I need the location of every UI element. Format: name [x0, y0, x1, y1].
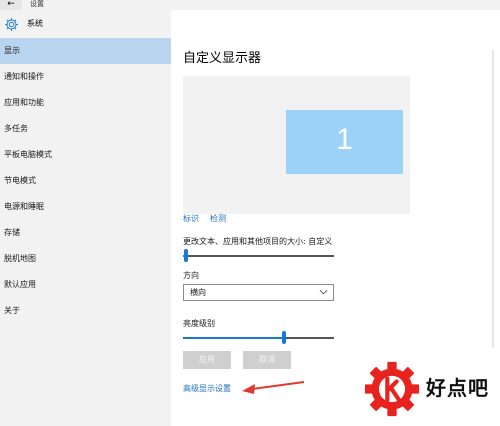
gear-icon	[5, 18, 18, 31]
annotation-arrow-icon	[242, 381, 305, 394]
scale-label: 更改文本、应用和其他项目的大小: 自定义	[183, 237, 333, 246]
orientation-value: 横向	[190, 288, 206, 297]
watermark-text: 好点吧	[426, 376, 489, 400]
sidebar-item-battery-saver[interactable]: 节电模式	[0, 168, 171, 194]
gear-logo-icon	[364, 361, 420, 417]
brightness-slider-thumb[interactable]	[282, 331, 287, 344]
sidebar-item-notifications[interactable]: 通知和操作	[0, 64, 171, 90]
sidebar-item-tablet-mode[interactable]: 平板电脑模式	[0, 142, 171, 168]
window-title: 设置	[30, 0, 44, 8]
brightness-slider-fill	[183, 337, 285, 339]
back-button[interactable]: ←	[0, 0, 22, 10]
sidebar-item-offline-maps[interactable]: 脱机地图	[0, 246, 171, 272]
advanced-display-settings-link[interactable]: 高级显示设置	[183, 383, 231, 394]
sidebar-home[interactable]: 系统	[3, 14, 163, 34]
sidebar-item-power-sleep[interactable]: 电源和睡眠	[0, 194, 171, 220]
display-preview: 1	[183, 76, 410, 214]
brightness-slider-track[interactable]	[183, 337, 334, 339]
back-arrow-icon: ←	[7, 0, 15, 9]
brightness-label: 亮度级别	[183, 319, 215, 328]
sidebar-item-apps[interactable]: 应用和功能	[0, 90, 171, 116]
apply-button[interactable]: 应用	[183, 351, 231, 369]
orientation-label: 方向	[183, 271, 199, 280]
sidebar-item-about[interactable]: 关于	[0, 298, 171, 324]
sidebar-item-default-apps[interactable]: 默认应用	[0, 272, 171, 298]
identify-link[interactable]: 标识	[183, 213, 199, 224]
scale-slider-thumb[interactable]	[184, 249, 189, 262]
orientation-dropdown[interactable]: 横向	[183, 284, 334, 301]
sidebar-item-display[interactable]: 显示	[0, 38, 171, 64]
sidebar: 系统 显示 通知和操作 应用和功能 多任务 平板电脑模式 节电模式 电源和睡眠 …	[0, 10, 171, 426]
title-bar: ← 设置	[0, 0, 500, 10]
chevron-down-icon	[319, 289, 328, 295]
scale-slider-track[interactable]	[183, 255, 334, 257]
watermark: 好点吧	[308, 348, 500, 426]
sidebar-nav: 显示 通知和操作 应用和功能 多任务 平板电脑模式 节电模式 电源和睡眠 存储 …	[0, 38, 171, 324]
monitor-tile[interactable]: 1	[286, 110, 403, 174]
sidebar-item-storage[interactable]: 存储	[0, 220, 171, 246]
home-label: 系统	[27, 19, 43, 28]
monitor-number: 1	[336, 123, 353, 156]
cancel-button[interactable]: 取消	[243, 351, 291, 369]
page-title: 自定义显示器	[183, 51, 262, 66]
detect-link[interactable]: 检测	[210, 213, 226, 224]
sidebar-item-multitasking[interactable]: 多任务	[0, 116, 171, 142]
